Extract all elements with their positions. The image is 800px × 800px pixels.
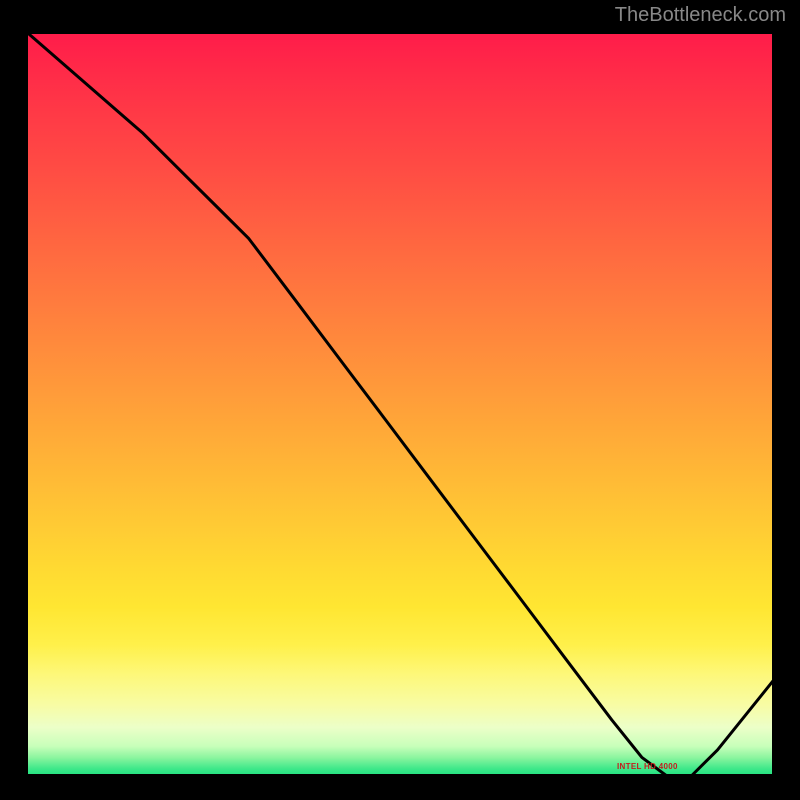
chart-annotation-label: INTEL HD 4000	[617, 762, 678, 771]
plot-svg	[22, 28, 778, 780]
chart-container: TheBottleneck.com INTEL HD 4000	[0, 0, 800, 800]
watermark-label: TheBottleneck.com	[615, 4, 786, 27]
plot-border	[22, 28, 28, 780]
data-curve	[22, 28, 778, 780]
plot-border	[772, 28, 778, 780]
plot-border	[22, 28, 778, 34]
plot-border	[22, 774, 778, 780]
plot-frame: INTEL HD 4000	[22, 28, 778, 780]
